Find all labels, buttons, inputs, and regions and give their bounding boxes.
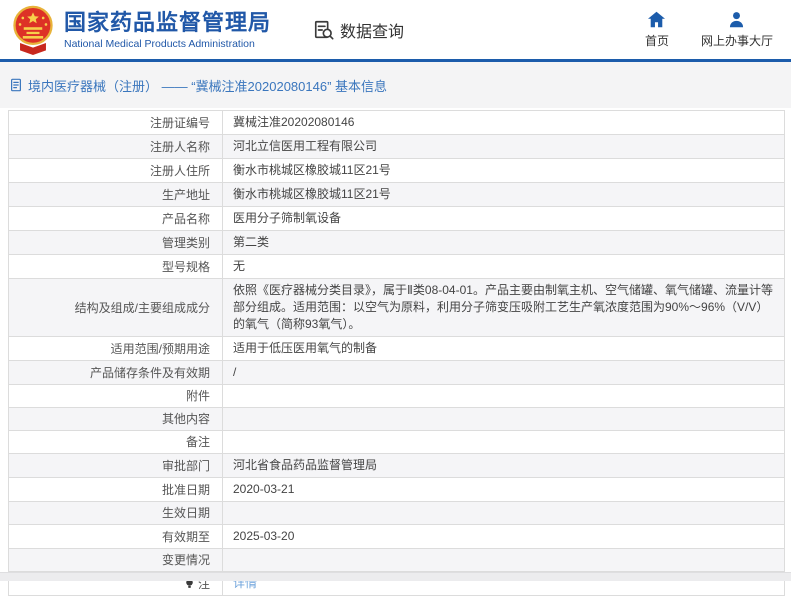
row-value: 河北省食品药品监督管理局: [233, 458, 378, 472]
row-value: 适用于低压医用氧气的制备: [233, 341, 378, 355]
table-row: 生效日期: [9, 502, 784, 525]
row-label: 生效日期: [9, 502, 223, 524]
row-value: [223, 431, 784, 453]
row-value: 医用分子筛制氧设备: [233, 211, 342, 225]
table-row: 备注: [9, 431, 784, 454]
table-row: 产品名称 医用分子筛制氧设备: [9, 207, 784, 231]
row-value: [223, 385, 784, 407]
national-emblem-logo: [10, 5, 56, 55]
table-row: 注册证编号 冀械注准20202080146: [9, 111, 784, 135]
row-value: 无: [233, 259, 246, 273]
org-title-block: 国家药品监督管理局 National Medical Products Admi…: [64, 10, 271, 50]
footer-strip: [0, 572, 791, 581]
row-label: 结构及组成/主要组成成分: [9, 279, 223, 336]
row-value: /: [233, 365, 237, 379]
data-query-label: 数据查询: [340, 23, 405, 41]
row-label: 适用范围/预期用途: [9, 337, 223, 360]
row-label: 型号规格: [9, 255, 223, 278]
table-row: 审批部门 河北省食品药品监督管理局: [9, 454, 784, 478]
row-label: 备注: [9, 431, 223, 453]
table-row: 其他内容: [9, 408, 784, 431]
table-row: 结构及组成/主要组成成分 依照《医疗器械分类目录》，属于Ⅱ类08-04-01。产…: [9, 279, 784, 337]
org-name-en: National Medical Products Administration: [64, 37, 255, 50]
row-value: 第二类: [233, 235, 270, 249]
home-icon: [647, 11, 666, 28]
table-row: 产品储存条件及有效期 /: [9, 361, 784, 385]
row-label: 附件: [9, 385, 223, 407]
nav-service-hall-label: 网上办事大厅: [700, 33, 773, 48]
row-label: 产品储存条件及有效期: [9, 361, 223, 384]
breadcrumb-text: 境内医疗器械（注册） —— “冀械注准20202080146” 基本信息: [28, 78, 388, 94]
row-label: 变更情况: [9, 549, 223, 571]
row-label: 注册人名称: [9, 135, 223, 158]
table-row: 变更情况: [9, 549, 784, 572]
row-value: 河北立信医用工程有限公司: [233, 139, 378, 153]
table-row: 生产地址 衡水市桃城区橡胶城11区21号: [9, 183, 784, 207]
nav-service-hall[interactable]: 网上办事大厅: [701, 11, 773, 49]
row-value: 冀械注准20202080146: [233, 115, 355, 129]
nav-home-label: 首页: [644, 33, 669, 48]
table-row: 注册人名称 河北立信医用工程有限公司: [9, 135, 784, 159]
doc-magnifier-icon: [313, 19, 335, 41]
table-row: 管理类别 第二类: [9, 231, 784, 255]
row-label: 管理类别: [9, 231, 223, 254]
person-icon: [727, 11, 746, 28]
row-label: 产品名称: [9, 207, 223, 230]
row-label: 批准日期: [9, 478, 223, 501]
registration-info-table: 注册证编号 冀械注准20202080146 注册人名称 河北立信医用工程有限公司…: [8, 110, 785, 596]
table-row: 注册人住所 衡水市桃城区橡胶城11区21号: [9, 159, 784, 183]
row-label: 审批部门: [9, 454, 223, 477]
table-row: 批准日期 2020-03-21: [9, 478, 784, 502]
nav-home[interactable]: 首页: [645, 11, 669, 49]
row-value: [223, 549, 784, 571]
row-value: [223, 502, 784, 524]
row-label: 其他内容: [9, 408, 223, 430]
breadcrumb: 境内医疗器械（注册） —— “冀械注准20202080146” 基本信息: [0, 62, 791, 108]
row-label: 生产地址: [9, 183, 223, 206]
header-right-nav: 首页 网上办事大厅: [645, 11, 773, 49]
row-label: 有效期至: [9, 525, 223, 548]
table-row: 型号规格 无: [9, 255, 784, 279]
row-value: 2025-03-20: [233, 529, 295, 543]
org-name-cn: 国家药品监督管理局: [64, 9, 272, 35]
row-label: 注册证编号: [9, 111, 223, 134]
table-row: 有效期至 2025-03-20: [9, 525, 784, 549]
data-query-nav[interactable]: 数据查询: [313, 18, 404, 42]
row-value: 依照《医疗器械分类目录》，属于Ⅱ类08-04-01。产品主要由制氧主机、空气储罐…: [233, 283, 773, 331]
document-icon: [9, 78, 23, 92]
row-value: 2020-03-21: [233, 482, 295, 496]
row-value: [223, 408, 784, 430]
row-value: 衡水市桃城区橡胶城11区21号: [233, 163, 391, 177]
page-header: 国家药品监督管理局 National Medical Products Admi…: [0, 0, 791, 62]
table-row: 适用范围/预期用途 适用于低压医用氧气的制备: [9, 337, 784, 361]
table-row: 附件: [9, 385, 784, 408]
row-value: 衡水市桃城区橡胶城11区21号: [233, 187, 391, 201]
row-label: 注册人住所: [9, 159, 223, 182]
